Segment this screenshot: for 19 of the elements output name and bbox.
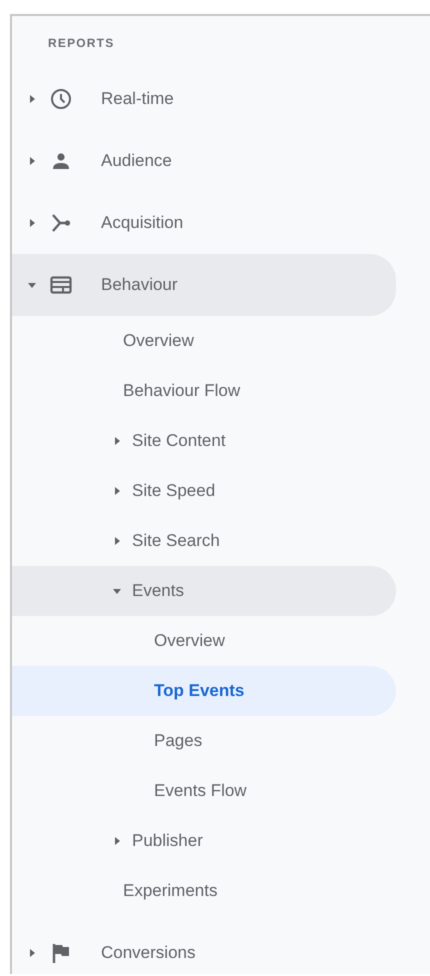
nav-item[interactable]: Site Search: [12, 516, 396, 566]
nav-item[interactable]: Overview: [12, 316, 396, 366]
nav-item[interactable]: Site Content: [12, 416, 396, 466]
nav-item[interactable]: Site Speed: [12, 466, 396, 516]
nav-item[interactable]: Publisher: [12, 816, 396, 866]
nav-item[interactable]: Audience: [12, 130, 396, 192]
nav-item[interactable]: Real-time: [12, 68, 396, 130]
nav-item[interactable]: Behaviour Flow: [12, 366, 396, 416]
section-title: REPORTS: [48, 36, 114, 50]
nav-item[interactable]: Pages: [12, 716, 396, 766]
nav-item[interactable]: Events Flow: [12, 766, 396, 816]
nav-item[interactable]: Acquisition: [12, 192, 396, 254]
nav-item[interactable]: Behaviour: [12, 254, 396, 316]
clock-icon: [49, 87, 73, 111]
nav-item[interactable]: Overview: [12, 616, 396, 666]
nav-item[interactable]: Conversions: [12, 922, 396, 976]
nav-item[interactable]: Events: [12, 566, 396, 616]
nav-item[interactable]: Experiments: [12, 866, 396, 916]
nav-item[interactable]: Top Events: [12, 666, 396, 716]
